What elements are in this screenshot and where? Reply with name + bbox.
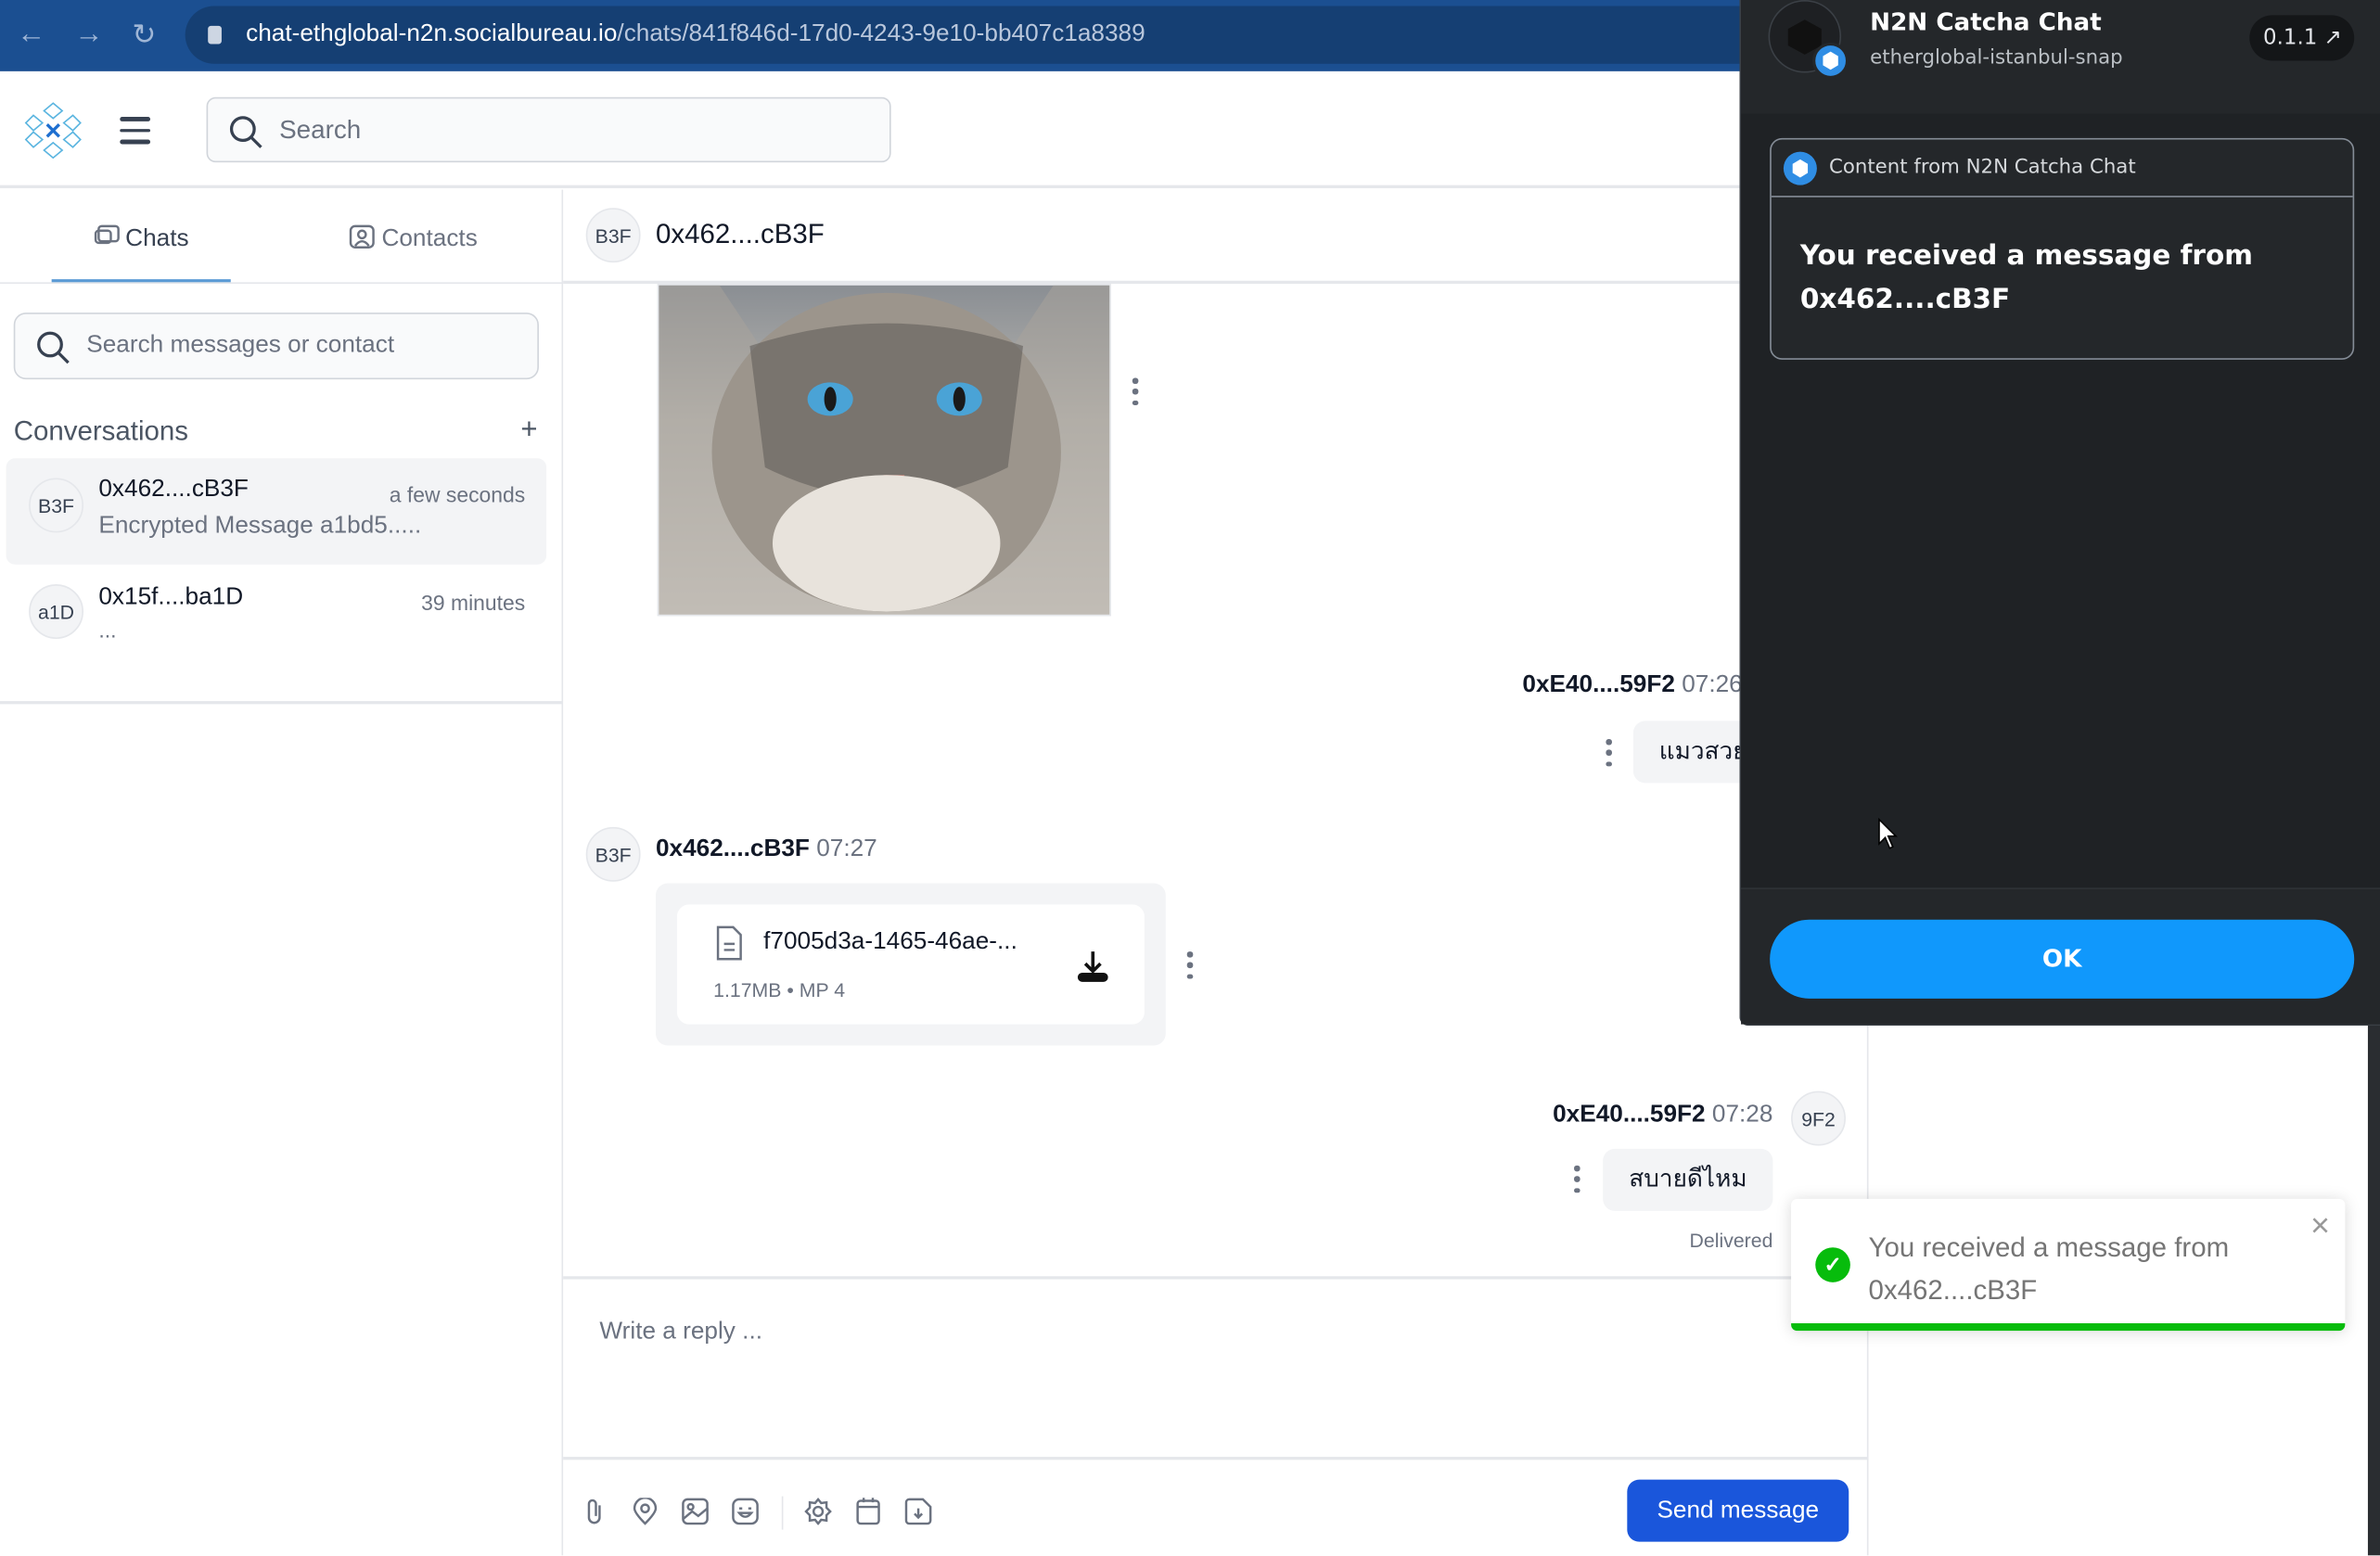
snap-title: N2N Catcha Chat [1870, 7, 2102, 37]
version-badge[interactable]: 0.1.1 ↗ [2249, 15, 2355, 61]
content-header: Content from N2N Catcha Chat [1771, 140, 2353, 198]
avatar: 9F2 [1791, 1090, 1846, 1146]
reply-placeholder: Write a reply ... [599, 1319, 763, 1345]
tab-label: Chats [125, 225, 189, 252]
toast-sender: 0x462....cB3F [1868, 1274, 2038, 1306]
global-search-input[interactable]: Search [206, 96, 891, 163]
conversation-name: 0x462....cB3F [98, 476, 249, 503]
tab-contacts[interactable]: Contacts [326, 190, 501, 283]
ok-button[interactable]: OK [1770, 919, 2355, 999]
sidebar: Chats Contacts Search messages or contac… [0, 189, 564, 1556]
download-icon[interactable] [1075, 949, 1111, 985]
reload-icon[interactable]: ↻ [132, 19, 156, 54]
snap-badge-icon [1811, 42, 1849, 80]
sticker-icon[interactable] [904, 1498, 932, 1525]
file-name[interactable]: f7005d3a-1465-46ae-... [763, 929, 1017, 956]
add-conversation-button[interactable]: + [520, 415, 537, 448]
conversation-time: a few seconds [389, 482, 526, 507]
message-search-input[interactable]: Search messages or contact [13, 312, 539, 380]
snap-subtitle: etherglobal-istanbul-snap [1870, 46, 2123, 70]
conversation-name: 0x15f....ba1D [98, 584, 244, 610]
conversation-item[interactable]: a1D 0x15f....ba1D 39 minutes ... [6, 566, 547, 672]
logo-icon[interactable] [24, 100, 82, 160]
cat-image[interactable] [657, 284, 1111, 617]
chat-header-name: 0x462....cB3F [655, 218, 825, 249]
url-path: /chats/841f846d-17d0-4243-9e10-bb407c1a8… [617, 20, 1145, 47]
success-toast: ✓ You received a message from 0x462....cB… [1791, 1198, 2346, 1332]
toolbar-divider [781, 1496, 784, 1530]
avatar: B3F [585, 826, 641, 882]
tab-chats[interactable]: Chats [51, 190, 231, 283]
conversation-preview: ... [98, 618, 117, 643]
message-options-button[interactable] [1131, 377, 1140, 405]
check-circle-icon: ✓ [1815, 1247, 1850, 1282]
file-size: 1.17MB [713, 978, 782, 1002]
avatar: B3F [29, 478, 84, 533]
mouse-cursor-icon [1878, 818, 1898, 849]
divider [563, 1457, 1869, 1460]
external-link-icon: ↗ [2323, 25, 2342, 51]
location-icon[interactable] [633, 1498, 658, 1525]
dialog-header: N2N Catcha Chat etherglobal-istanbul-sna… [1741, 0, 2380, 114]
separator: • [781, 978, 800, 1002]
url-host: chat-ethglobal-n2n.socialbureau.io [246, 20, 618, 47]
divider [0, 701, 562, 705]
message-meta: 0x462....cB3F 07:27 [656, 836, 877, 863]
toast-message: You received a message from [1868, 1231, 2230, 1263]
emoji-icon[interactable] [732, 1498, 759, 1525]
toast-progress-bar [1791, 1323, 2346, 1332]
conversation-time: 39 minutes [421, 590, 526, 615]
gear-icon[interactable] [804, 1498, 832, 1525]
contact-icon [350, 224, 376, 249]
message-sender: 0x462....cB3F [655, 835, 810, 862]
search-icon [37, 331, 70, 364]
chat-panel: B3F 0x462....cB3F 0xE40....59F2 07:26 แม… [563, 189, 1869, 1556]
conversations-heading: Conversations [13, 415, 189, 447]
message-sender: 0xE40....59F2 [1553, 1102, 1706, 1128]
message-options-button[interactable] [1572, 1165, 1581, 1193]
message-sender: 0xE40....59F2 [1522, 671, 1675, 698]
search-placeholder: Search messages or contact [86, 332, 395, 359]
search-placeholder: Search [279, 115, 362, 145]
tab-label: Contacts [381, 225, 478, 252]
image-icon[interactable] [682, 1498, 709, 1525]
file-icon [716, 925, 742, 961]
calendar-icon[interactable] [854, 1497, 881, 1525]
message-options-button[interactable] [1605, 738, 1614, 767]
conversation-item[interactable]: B3F 0x462....cB3F a few seconds Encrypte… [6, 458, 547, 565]
dialog-footer: OK [1741, 887, 2380, 1025]
chat-header-avatar: B3F [585, 208, 641, 263]
reply-input[interactable]: Write a reply ... [563, 1280, 1868, 1457]
message-options-button[interactable] [1185, 951, 1195, 979]
message-time: 07:28 [1711, 1102, 1773, 1128]
send-message-button[interactable]: Send message [1627, 1479, 1849, 1542]
close-icon[interactable]: × [2310, 1206, 2330, 1246]
hamburger-menu-icon[interactable] [120, 117, 151, 144]
lock-icon [208, 25, 222, 45]
content-header-text: Content from N2N Catcha Chat [1828, 156, 2136, 180]
snap-content-box: Content from N2N Catcha Chat You receive… [1770, 137, 2355, 360]
conversation-preview: Encrypted Message a1bd5..... [98, 513, 422, 539]
avatar: a1D [29, 584, 84, 639]
content-sender: 0x462....cB3F [1799, 284, 2011, 316]
divider [0, 282, 562, 285]
message-meta: 0xE40....59F2 07:26 [1522, 671, 1743, 698]
attachment-icon[interactable] [584, 1498, 606, 1524]
address-bar[interactable]: chat-ethglobal-n2n.socialbureau.io/chats… [185, 6, 1855, 64]
message-time: 07:27 [816, 835, 877, 862]
snap-badge-icon [1783, 151, 1817, 185]
delivery-status: Delivered [1689, 1229, 1773, 1253]
content-message: You received a message from [1799, 239, 2253, 272]
snap-dialog: N2N Catcha Chat etherglobal-istanbul-sna… [1739, 0, 2380, 1027]
file-attachment: f7005d3a-1465-46ae-... 1.17MB • MP 4 [655, 883, 1166, 1046]
search-icon [229, 116, 262, 148]
file-type: MP 4 [799, 978, 846, 1002]
message-meta: 0xE40....59F2 07:28 [1553, 1102, 1772, 1129]
version-number: 0.1.1 [2263, 25, 2318, 51]
forward-icon[interactable]: → [74, 19, 103, 52]
message-time: 07 [1682, 671, 1709, 698]
back-icon[interactable]: ← [17, 19, 45, 52]
message-bubble: สบายดีไหม [1603, 1148, 1773, 1211]
chat-bubble-icon [94, 224, 120, 245]
